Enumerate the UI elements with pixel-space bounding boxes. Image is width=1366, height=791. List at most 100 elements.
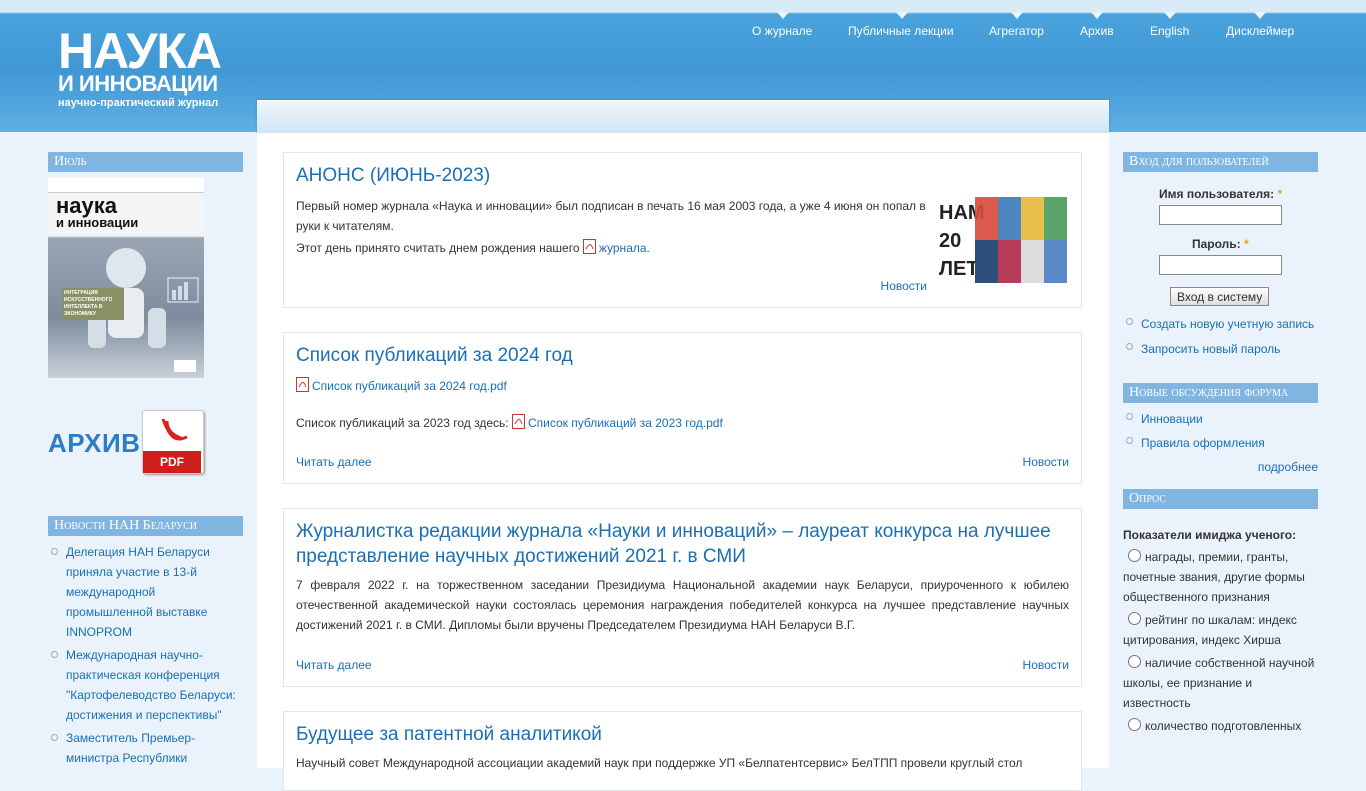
anniversary-label: НАМ 20 ЛЕТ!: [939, 202, 986, 280]
poll-radio[interactable]: [1128, 549, 1141, 562]
forum-list: Инновации Правила оформления: [1123, 407, 1318, 455]
pdf-link-2023[interactable]: Список публикаций за 2023 год.pdf: [528, 416, 723, 430]
article-title[interactable]: АНОНС (ИЮНЬ-2023): [296, 163, 1069, 188]
journal-link[interactable]: журнала.: [599, 241, 650, 255]
password-label-text: Пароль:: [1192, 237, 1241, 251]
issue-cover[interactable]: наука и инновации ИНТЕГРАЦИЯ ИСКУССТВЕНН…: [48, 178, 204, 378]
nav-marker-icon: [896, 12, 908, 19]
nav-marker-icon: [1254, 12, 1266, 19]
nan-news-item[interactable]: Заместитель Премьер-министра Республики: [48, 728, 243, 768]
article-title[interactable]: Список публикаций за 2024 год: [296, 343, 1069, 368]
poll-option-text: количество подготовленных: [1145, 719, 1302, 733]
login-block-title: Вход для пользователей: [1123, 152, 1318, 172]
pdf-file-icon: [511, 414, 525, 429]
logo-line1: НАУКА: [58, 23, 222, 79]
article-paragraph: Список публикаций за 2023 год здесь: Спи…: [296, 413, 1069, 433]
article-paragraph: Первый номер журнала «Наука и инновации»…: [296, 199, 926, 233]
poll-option[interactable]: награды, премии, гранты, почетные звания…: [1123, 547, 1318, 607]
article-node: АНОНС (ИЮНЬ-2023) НАМ 20 ЛЕТ! Первый ном…: [283, 152, 1082, 308]
password-input[interactable]: [1159, 255, 1282, 275]
archive-label: АРХИВ: [48, 428, 141, 458]
nav-archive[interactable]: Архив: [1080, 24, 1114, 38]
username-label-text: Имя пользователя:: [1159, 187, 1275, 201]
article-node: Журналистка редакции журнала «Науки и ин…: [283, 508, 1082, 687]
file-attachment: Список публикаций за 2024 год.pdf: [296, 376, 1069, 396]
archive-banner[interactable]: АРХИВ PDF: [48, 410, 243, 474]
site-logo[interactable]: НАУКА И ИННОВАЦИИ научно-практический жу…: [58, 23, 263, 120]
forum-more-link[interactable]: подробнее: [1123, 455, 1318, 479]
pdf-icon: PDF: [142, 410, 204, 474]
poll-question: Показатели имиджа ученого:: [1123, 528, 1297, 542]
nav-english[interactable]: English: [1150, 24, 1189, 38]
nan-news-list: Делегация НАН Беларуси приняла участие в…: [48, 542, 243, 768]
logo-line2: И ИННОВАЦИИ: [58, 71, 218, 96]
journal-covers-collage-row: [975, 240, 1067, 283]
poll-radio[interactable]: [1128, 655, 1141, 668]
cover-title-line1: наука: [56, 193, 118, 218]
request-password-link[interactable]: Запросить новый пароль: [1123, 337, 1318, 362]
cover-title-line2: и инновации: [56, 215, 139, 230]
poll-option-text: наличие собственной научной школы, ее пр…: [1123, 656, 1315, 710]
category-link[interactable]: Новости: [1023, 658, 1069, 672]
article-title[interactable]: Будущее за патентной аналитикой: [296, 722, 1069, 747]
issue-block-title: Июль: [48, 152, 243, 172]
pdf-icon-label: PDF: [143, 451, 201, 473]
poll-radio[interactable]: [1128, 718, 1141, 731]
pdf-file-icon: [296, 377, 309, 392]
main-content: АНОНС (ИЮНЬ-2023) НАМ 20 ЛЕТ! Первый ном…: [257, 133, 1109, 791]
nan-news-item[interactable]: Международная научно-практическая конфер…: [48, 645, 243, 725]
nan-news-item[interactable]: Делегация НАН Беларуси приняла участие в…: [48, 542, 243, 642]
category-link[interactable]: Новости: [1023, 455, 1069, 469]
pdf-link-2024[interactable]: Список публикаций за 2024 год.pdf: [312, 379, 507, 393]
nav-aggregator[interactable]: Агрегатор: [989, 24, 1044, 38]
anniversary-image[interactable]: НАМ 20 ЛЕТ!: [939, 197, 1067, 285]
category-link[interactable]: Новости: [881, 279, 927, 293]
required-mark: *: [1244, 237, 1249, 251]
nav-about[interactable]: О журнале: [752, 24, 812, 38]
create-account-link[interactable]: Создать новую учетную запись: [1123, 312, 1318, 337]
article-text: Список публикаций за 2023 год здесь:: [296, 416, 509, 430]
header-topline: [0, 0, 1366, 13]
pdf-file-icon: [582, 239, 596, 254]
nav-marker-icon: [1164, 12, 1176, 19]
account-links: Создать новую учетную запись Запросить н…: [1123, 312, 1318, 362]
nav-public-lectures[interactable]: Публичные лекции: [848, 24, 954, 38]
login-form: Имя пользователя: * Пароль: * Вход в сис…: [1123, 187, 1318, 306]
logo-subtitle: научно-практический журнал: [58, 97, 219, 109]
username-label: Имя пользователя: *: [1159, 187, 1318, 201]
nav-marker-icon: [1011, 12, 1023, 19]
password-label: Пароль: *: [1159, 237, 1318, 251]
read-more-link[interactable]: Читать далее: [296, 455, 372, 469]
article-paragraph: Научный совет Международной ассоциации а…: [296, 756, 1023, 770]
poll-option-text: награды, премии, гранты, почетные звания…: [1123, 550, 1305, 604]
poll-option[interactable]: количество подготовленных: [1123, 716, 1318, 736]
cover-title: наука и инновации: [56, 193, 139, 230]
cover-header-strip: [48, 178, 204, 193]
nav-disclaimer[interactable]: Дисклеймер: [1226, 24, 1294, 38]
forum-topic-link[interactable]: Инновации: [1123, 407, 1318, 431]
article-node: Список публикаций за 2024 год Список пуб…: [283, 332, 1082, 484]
nan-news-title: Новости НАН Беларуси: [48, 516, 243, 536]
content-top-bar: [257, 100, 1109, 134]
article-title[interactable]: Журналистка редакции журнала «Науки и ин…: [296, 519, 1069, 569]
poll-option-text: рейтинг по шкалам: индекс цитирования, и…: [1123, 613, 1297, 647]
article-text: Этот день принято считать днем рождения …: [296, 241, 580, 255]
poll-radio[interactable]: [1128, 612, 1141, 625]
article-node: Будущее за патентной аналитикой Научный …: [283, 711, 1082, 791]
read-more-link[interactable]: Читать далее: [296, 658, 372, 672]
username-input[interactable]: [1159, 205, 1282, 225]
nav-marker-icon: [777, 12, 789, 19]
forum-topic-link[interactable]: Правила оформления: [1123, 431, 1318, 455]
cover-caption: ИНТЕГРАЦИЯ ИСКУССТВЕННОГО ИНТЕЛЛЕКТА В Э…: [62, 288, 124, 320]
article-paragraph: 7 февраля 2022 г. на торжественном засед…: [296, 578, 1069, 632]
login-button[interactable]: Вход в систему: [1170, 287, 1270, 306]
poll-option[interactable]: наличие собственной научной школы, ее пр…: [1123, 653, 1318, 713]
nav-marker-icon: [1091, 12, 1103, 19]
poll-options: награды, премии, гранты, почетные звания…: [1123, 547, 1318, 736]
poll-block-title: Опрос: [1123, 489, 1318, 509]
left-sidebar: Июль наука и инновации ИНТЕГРАЦИЯ ИСКУСС…: [48, 152, 243, 768]
right-sidebar: Вход для пользователей Имя пользователя:…: [1123, 152, 1318, 736]
poll-option[interactable]: рейтинг по шкалам: индекс цитирования, и…: [1123, 610, 1318, 650]
forum-block-title: Новые обсуждения форума: [1123, 383, 1318, 403]
required-mark: *: [1277, 187, 1283, 201]
